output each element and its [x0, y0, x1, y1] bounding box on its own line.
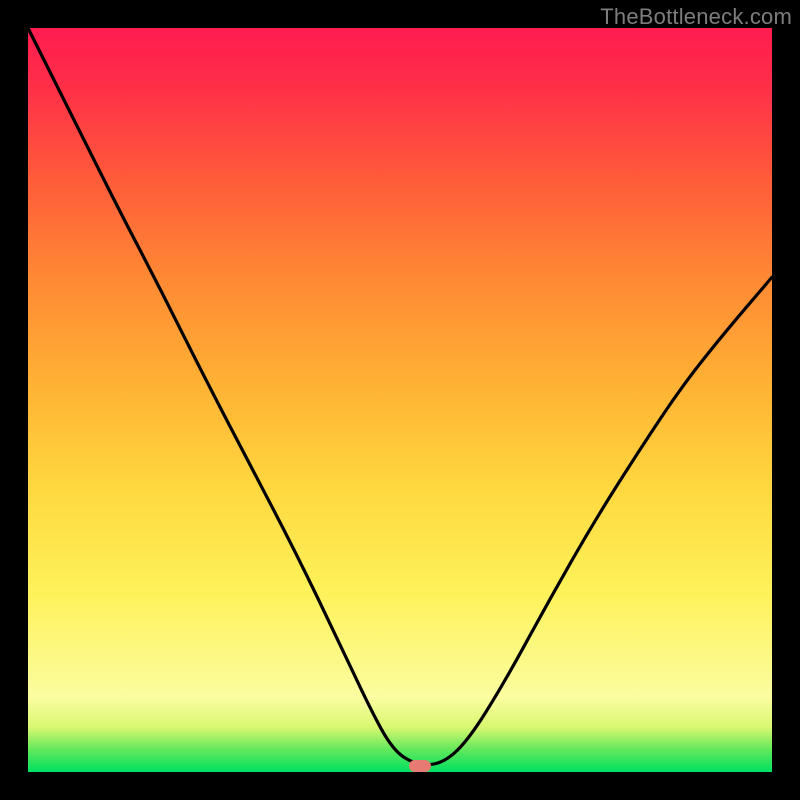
- watermark-text: TheBottleneck.com: [600, 4, 792, 30]
- curve-path: [28, 28, 772, 765]
- chart-frame: TheBottleneck.com: [0, 0, 800, 800]
- optimal-marker: [409, 760, 431, 772]
- plot-area: [28, 28, 772, 772]
- bottleneck-curve: [28, 28, 772, 772]
